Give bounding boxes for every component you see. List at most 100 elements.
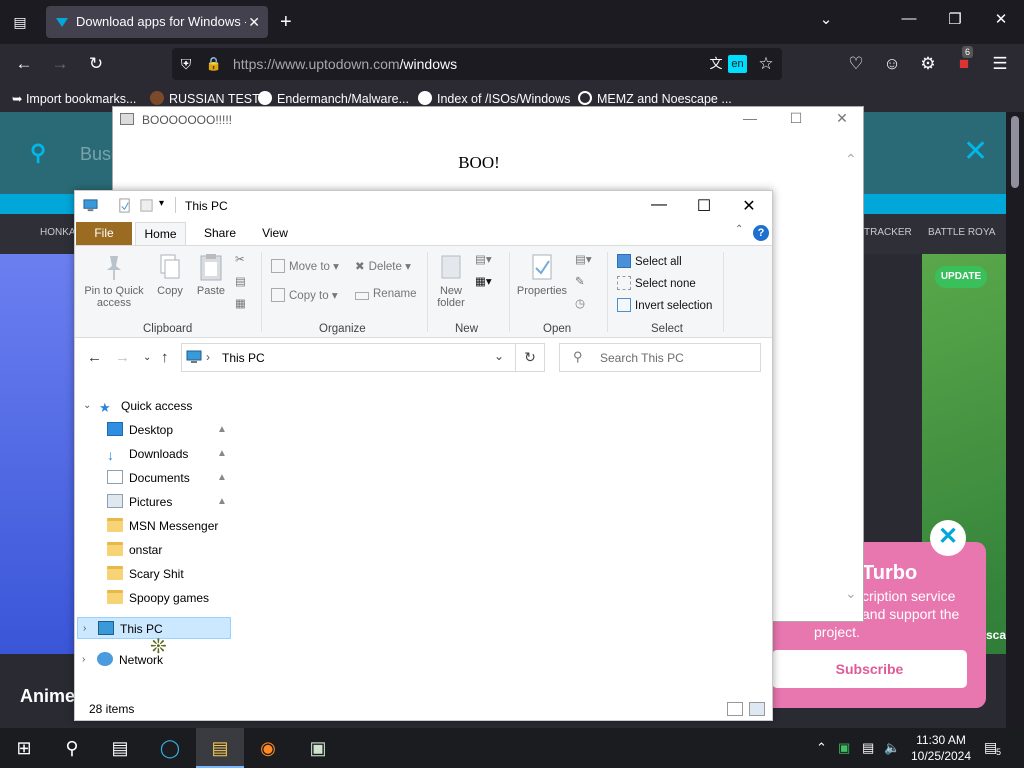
select-none-button[interactable]: Select none — [617, 276, 696, 290]
scroll-down-icon[interactable]: ⌄ — [845, 585, 857, 602]
address-dropdown-icon[interactable]: ⌄ — [494, 349, 504, 363]
search-input[interactable]: ⚲ Search This PC — [559, 343, 761, 372]
properties-icon[interactable] — [117, 198, 132, 213]
minimize-icon[interactable]: — — [644, 196, 674, 214]
pin-icon[interactable]: ▲ — [217, 467, 227, 489]
open-icon[interactable]: ▤▾ — [575, 252, 592, 266]
firefox-icon[interactable]: ◉ — [244, 728, 292, 768]
list-all-tabs-icon[interactable]: ⌄ — [814, 10, 838, 28]
tab-share[interactable]: Share — [195, 222, 245, 245]
shield-icon[interactable]: ⛨ — [174, 52, 198, 76]
close-icon[interactable]: ✕ — [989, 10, 1013, 28]
new-folder-icon[interactable] — [139, 198, 154, 213]
paste-button[interactable]: Paste — [193, 252, 229, 297]
tab-file[interactable]: File — [76, 222, 132, 245]
move-to-button[interactable]: Move to ▾ — [271, 259, 339, 273]
translate-language-badge[interactable]: en — [728, 55, 747, 73]
bookmark-import[interactable]: ➥ Import bookmarks... — [12, 91, 136, 106]
tree-item-pictures[interactable]: Pictures ▲ — [107, 491, 233, 513]
invert-selection-button[interactable]: Invert selection — [617, 298, 712, 312]
recent-locations-icon[interactable]: ⌄ — [143, 352, 151, 363]
address-text[interactable]: This PC — [222, 351, 265, 365]
forward-icon[interactable]: → — [48, 52, 72, 76]
maximize-icon[interactable]: ☐ — [786, 110, 806, 127]
expand-icon[interactable]: ⌄ — [83, 395, 91, 417]
delete-button[interactable]: ✖ Delete ▾ — [355, 259, 411, 273]
explorer-titlebar[interactable]: ▾ This PC — ☐ ✕ — [75, 191, 772, 222]
back-icon[interactable]: ← — [87, 349, 102, 366]
notification-center-icon[interactable]: ▤ 5 — [984, 739, 1001, 757]
url-text[interactable]: https://www.uptodown.com/windows — [233, 56, 457, 72]
new-item-icon[interactable]: ▤▾ — [475, 252, 492, 266]
page-scrollbar[interactable] — [1006, 112, 1024, 728]
easy-access-icon[interactable]: ▦▾ — [475, 274, 492, 288]
paste-shortcut-icon[interactable]: ▦ — [235, 296, 246, 310]
subscribe-button[interactable]: Subscribe — [772, 650, 967, 688]
forward-icon[interactable]: → — [115, 349, 130, 366]
history-icon[interactable]: ◷ — [575, 296, 585, 310]
minimize-icon[interactable]: — — [740, 110, 760, 126]
file-explorer-icon[interactable]: ▤ — [196, 728, 244, 768]
copy-to-button[interactable]: Copy to ▾ — [271, 288, 338, 302]
tree-item-downloads[interactable]: ↓ Downloads ▲ — [107, 443, 233, 465]
pin-to-quick-access-button[interactable]: Pin to Quick access — [81, 252, 147, 309]
tree-item-desktop[interactable]: Desktop ▲ — [107, 419, 233, 441]
edge-icon[interactable]: ◯ — [146, 728, 194, 768]
pocket-icon[interactable]: ♡ — [844, 52, 868, 76]
site-nav-item[interactable]: HONKA — [40, 227, 76, 238]
tab-view[interactable]: View — [251, 222, 299, 245]
rename-button[interactable]: Rename — [355, 288, 416, 300]
clock[interactable]: 11:30 AM 10/25/2024 — [908, 732, 974, 764]
properties-button[interactable]: Properties — [513, 252, 571, 297]
tree-item-documents[interactable]: Documents ▲ — [107, 467, 233, 489]
tab-home[interactable]: Home — [135, 222, 186, 245]
scroll-up-icon[interactable]: ⌃ — [845, 151, 857, 168]
show-hidden-icons[interactable]: ⌃ — [816, 740, 827, 756]
boo-titlebar[interactable]: BOOOOOOO!!!!! — ☐ ✕ — [113, 107, 863, 134]
collapse-ribbon-icon[interactable]: ⌃ — [735, 224, 743, 235]
new-folder-button[interactable]: New folder — [431, 252, 471, 309]
translate-icon[interactable]: 文 — [704, 52, 728, 76]
close-icon[interactable]: ✕ — [832, 110, 852, 127]
tree-quick-access[interactable]: ⌄ ★ Quick access — [83, 395, 192, 417]
network-icon[interactable]: ▤ — [862, 740, 874, 756]
tree-item-msn-messenger[interactable]: MSN Messenger — [107, 515, 218, 537]
close-search-icon[interactable]: ✕ — [963, 134, 988, 169]
breadcrumb-chevron-icon[interactable]: › — [206, 350, 210, 364]
copy-button[interactable]: Copy — [153, 252, 187, 297]
help-icon[interactable]: ? — [753, 225, 769, 241]
scrollbar-thumb[interactable] — [1011, 116, 1019, 188]
ublock-icon[interactable]: ■ 6 — [952, 46, 976, 76]
tray-app-icon[interactable]: ▣ — [838, 740, 850, 756]
search-icon[interactable]: ⚲ — [48, 728, 96, 768]
minimize-icon[interactable]: — — [897, 10, 921, 27]
pin-icon[interactable]: ▲ — [217, 443, 227, 465]
site-nav-item[interactable]: TRACKER — [864, 227, 912, 238]
close-icon[interactable]: ✕ — [734, 196, 764, 216]
restore-icon[interactable]: ❐ — [943, 10, 967, 28]
bookmark-endermanch[interactable]: Endermanch/Malware... — [258, 91, 409, 106]
start-icon[interactable]: ⊞ — [0, 728, 48, 768]
lock-icon[interactable]: 🔒 — [202, 52, 226, 76]
extensions-icon[interactable]: ⚙ — [916, 52, 940, 76]
customize-toolbar-icon[interactable]: ▾ — [159, 198, 164, 209]
reload-icon[interactable]: ↻ — [84, 52, 108, 76]
expand-icon[interactable]: › — [82, 649, 85, 671]
url-bar[interactable]: ⛨ 🔒 https://www.uptodown.com/windows 文 e… — [172, 48, 782, 80]
bookmark-memz[interactable]: MEMZ and Noescape ... — [578, 91, 732, 106]
bookmark-star-icon[interactable]: ☆ — [754, 52, 778, 76]
maximize-icon[interactable]: ☐ — [689, 196, 719, 216]
select-all-button[interactable]: Select all — [617, 254, 682, 268]
tree-item-onstar[interactable]: onstar — [107, 539, 162, 561]
bookmark-russian-test[interactable]: RUSSIAN TEST — [150, 91, 260, 106]
app-window-icon[interactable]: ▣ — [294, 728, 342, 768]
volume-icon[interactable]: 🔈 — [884, 740, 900, 756]
up-icon[interactable]: ↑ — [161, 349, 169, 366]
pin-icon[interactable]: ▲ — [217, 491, 227, 513]
copy-path-icon[interactable]: ▤ — [235, 274, 246, 288]
pin-icon[interactable]: ▲ — [217, 419, 227, 441]
search-icon[interactable]: ⚲ — [30, 140, 46, 166]
task-view-icon[interactable]: ▤ — [96, 728, 144, 768]
back-icon[interactable]: ← — [12, 52, 36, 76]
large-icons-view-icon[interactable] — [749, 702, 765, 716]
